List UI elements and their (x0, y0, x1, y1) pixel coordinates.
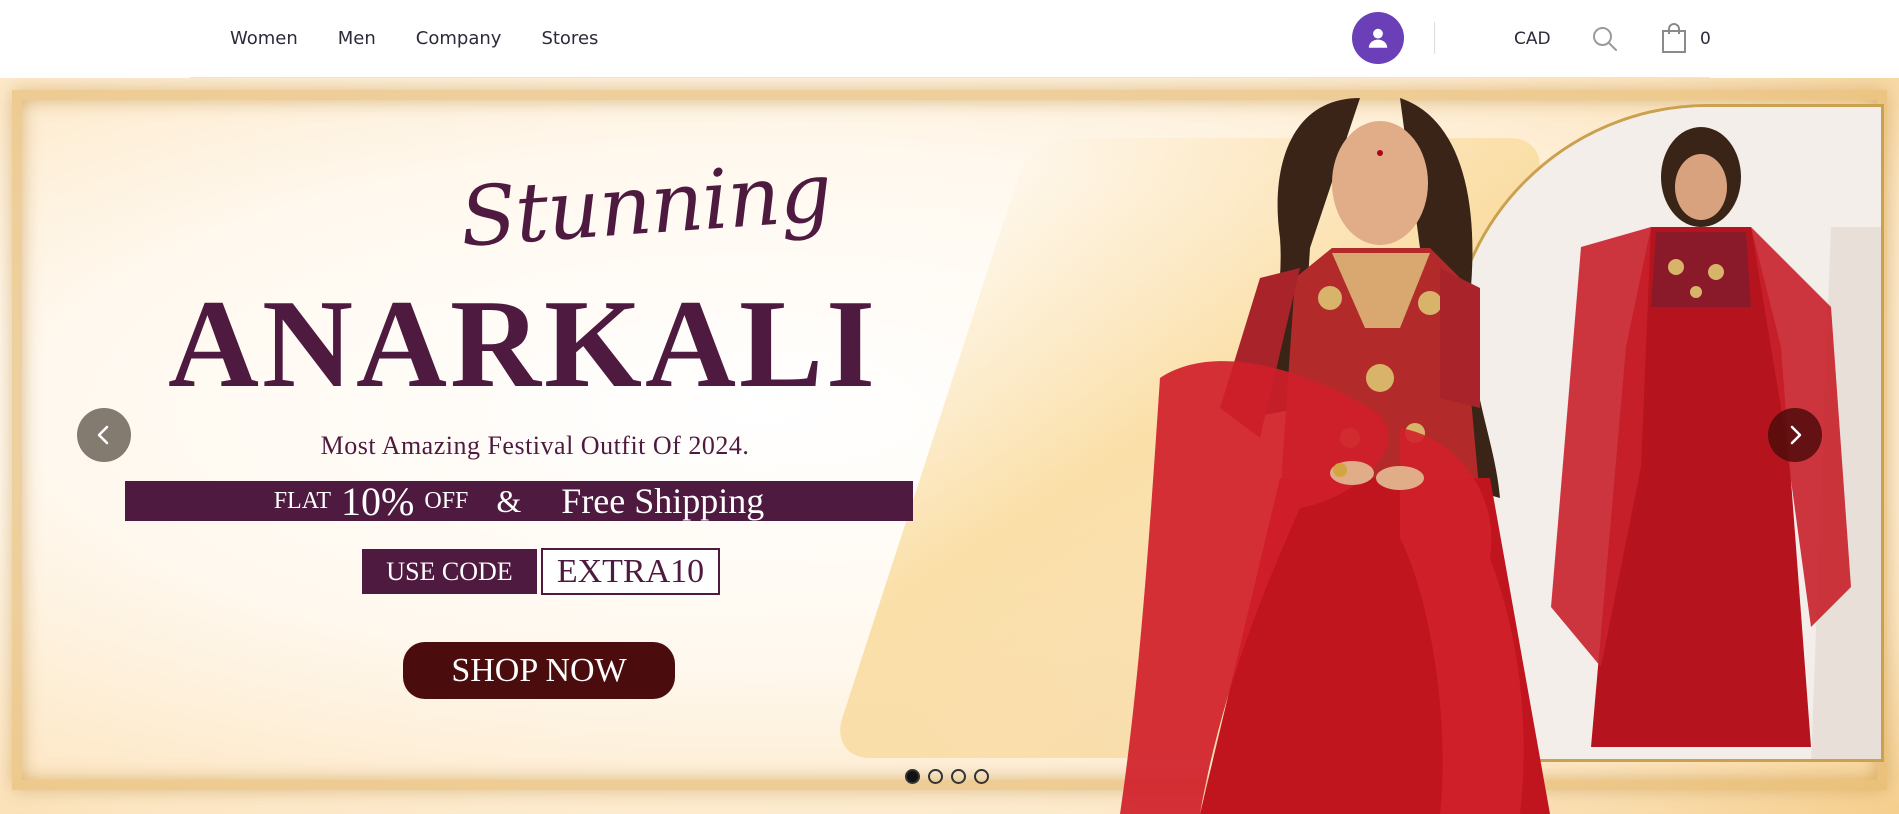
hero-subtitle: Most Amazing Festival Outfit Of 2024. (320, 431, 750, 460)
nav-women-link[interactable]: Women (230, 28, 298, 50)
nav-stores-link[interactable]: Stores (541, 28, 598, 50)
chevron-left-icon (97, 425, 109, 445)
promo-code-label: USE CODE (362, 549, 537, 594)
carousel-dot-1[interactable] (905, 769, 920, 784)
promo-code-value[interactable]: EXTRA10 (541, 548, 720, 595)
carousel-dots (905, 769, 989, 784)
shop-now-button[interactable]: SHOP NOW (403, 642, 675, 699)
user-icon (1368, 28, 1388, 48)
currency-selector[interactable]: CAD (1514, 29, 1551, 49)
search-icon (1593, 27, 1617, 51)
account-button[interactable] (1352, 12, 1404, 64)
offer-banner: FLAT 10% OFF & Free Shipping (125, 479, 913, 524)
nav-men-link[interactable]: Men (338, 28, 376, 50)
header-divider (1434, 22, 1435, 54)
nav-company-link[interactable]: Company (416, 28, 502, 50)
carousel-dot-3[interactable] (951, 769, 966, 784)
search-button[interactable] (1590, 24, 1620, 54)
carousel-prev-button[interactable] (77, 408, 131, 462)
hero-banner[interactable]: Stunning ANARKALI Most Amazing Festival … (0, 78, 1899, 814)
carousel-dot-2[interactable] (928, 769, 943, 784)
offer-ampersand: & (496, 482, 522, 519)
hero-main-title: ANARKALI (168, 275, 879, 414)
offer-flat-text: FLAT (273, 487, 332, 514)
chevron-right-icon (1790, 425, 1802, 445)
carousel-next-button[interactable] (1768, 408, 1822, 462)
site-header: Women Men Company Stores CAD 0 (0, 0, 1899, 78)
carousel-dot-4[interactable] (974, 769, 989, 784)
offer-shipping-text: Free Shipping (561, 481, 765, 521)
model-photo-primary (1100, 78, 1620, 814)
shopping-bag-icon (1662, 23, 1686, 53)
offer-off-text: OFF (424, 487, 469, 514)
cart-button[interactable] (1660, 22, 1690, 54)
cart-count: 0 (1700, 29, 1711, 49)
main-nav: Women Men Company Stores (230, 28, 638, 50)
offer-percent: 10% (341, 478, 415, 524)
